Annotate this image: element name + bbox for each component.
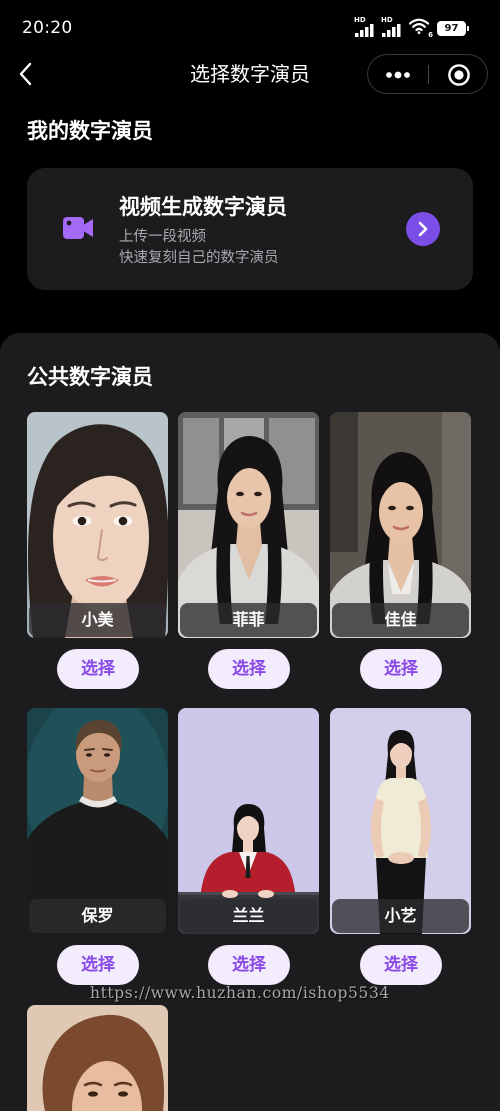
more-dots-icon[interactable] [385,68,411,82]
video-generate-subtitle-1: 上传一段视频 [119,229,206,245]
signal-icon-sim1: HD [353,16,377,37]
actor-card-jiajia[interactable]: 佳佳 [330,412,471,638]
select-button-xiaoyi[interactable]: 选择 [360,945,442,985]
select-button-baoluo[interactable]: 选择 [57,945,139,985]
actor-card-feifei[interactable]: 菲菲 [178,412,319,638]
capsule-divider [428,65,429,84]
wifi-badge: 6 [428,31,433,39]
battery-icon: 97 [437,21,469,36]
actor-card-baoluo[interactable]: 保罗 [27,708,168,934]
actor-name: 小艺 [384,906,417,925]
actor-name-bar: 佳佳 [332,603,469,637]
video-generate-card[interactable]: 视频生成数字演员 上传一段视频 快速复刻自己的数字演员 [27,168,473,290]
actor-card-xiaoyi[interactable]: 小艺 [330,708,471,934]
sim2-hd-label: HD [381,16,393,24]
actor-name-bar: 菲菲 [180,603,317,637]
actor-card-lanlan[interactable]: 兰兰 [178,708,319,934]
status-time: 20:20 [22,18,73,38]
signal-bars-icon [382,24,401,37]
mini-program-capsule [367,54,488,94]
select-button-feifei[interactable]: 选择 [208,649,290,689]
select-button-jiajia[interactable]: 选择 [360,649,442,689]
video-generate-title: 视频生成数字演员 [119,195,287,219]
battery-level: 97 [444,23,459,34]
actor-card-partial[interactable] [27,1005,168,1111]
actor-name: 菲菲 [232,610,265,629]
watermark-text: https://www.huzhan.com/ishop5534 [90,984,390,1002]
battery-nub [467,26,469,31]
actor-name-bar: 小艺 [332,899,469,933]
actor-card-xiaomei[interactable]: 小美 [27,412,168,638]
select-button-lanlan[interactable]: 选择 [208,945,290,985]
actor-name-bar: 小美 [29,603,166,637]
actor-name-bar: 兰兰 [180,899,317,933]
my-actors-heading: 我的数字演员 [27,119,153,143]
video-camera-icon [63,217,93,239]
signal-icon-sim2: HD [380,16,404,37]
actor-name: 兰兰 [232,906,265,925]
target-icon[interactable] [447,63,471,87]
enter-button[interactable] [406,212,440,246]
select-button-xiaomei[interactable]: 选择 [57,649,139,689]
public-actors-heading: 公共数字演员 [27,365,153,389]
signal-bars-icon [355,24,374,37]
video-generate-subtitle-2: 快速复刻自己的数字演员 [119,250,279,266]
chevron-right-icon [418,221,428,237]
actor-name: 保罗 [81,906,114,925]
actor-name-bar: 保罗 [29,899,166,933]
wifi-icon: 6 [409,18,433,39]
sim1-hd-label: HD [354,16,366,24]
actor-photo [27,1005,168,1111]
actor-name: 佳佳 [384,610,417,629]
wifi-arcs-icon [409,18,429,34]
actor-name: 小美 [81,610,114,629]
